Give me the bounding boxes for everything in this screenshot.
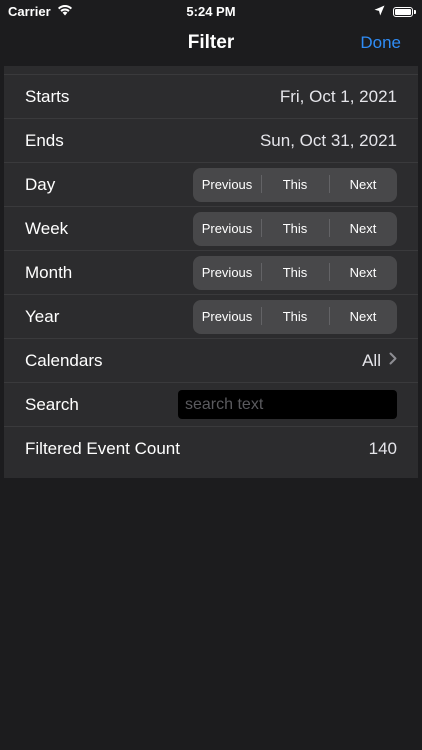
week-label: Week	[25, 218, 69, 238]
ends-value: Sun, Oct 31, 2021	[259, 130, 397, 150]
battery-icon	[393, 6, 416, 17]
status-bar: Carrier 5:24 PM	[0, 0, 422, 22]
year-row: Year Previous This Next	[4, 295, 418, 339]
navigation-bar: Filter Done	[0, 22, 422, 66]
day-row: Day Previous This Next	[4, 163, 418, 207]
search-row: Search	[4, 383, 418, 427]
search-input[interactable]	[178, 390, 397, 419]
year-segmented-control: Previous This Next	[193, 299, 397, 334]
week-segmented-control: Previous This Next	[193, 211, 397, 246]
done-button[interactable]: Done	[360, 33, 401, 53]
year-previous-button[interactable]: Previous	[193, 309, 261, 324]
search-label: Search	[25, 394, 79, 414]
status-right	[374, 4, 416, 19]
month-row: Month Previous This Next	[4, 251, 418, 295]
month-this-button[interactable]: This	[261, 263, 329, 281]
ends-label: Ends	[25, 130, 64, 150]
page-title: Filter	[187, 32, 235, 53]
ends-row[interactable]: Ends Sun, Oct 31, 2021	[4, 119, 418, 163]
event-count-row: Filtered Event Count 140	[4, 427, 418, 471]
starts-label: Starts	[25, 86, 70, 106]
year-next-button[interactable]: Next	[329, 307, 397, 325]
event-count-label: Filtered Event Count	[25, 439, 180, 458]
week-next-button[interactable]: Next	[329, 219, 397, 237]
day-segmented-control: Previous This Next	[193, 167, 397, 202]
filter-table: Starts Fri, Oct 1, 2021 Ends Sun, Oct 31…	[4, 66, 418, 478]
location-arrow-icon	[374, 4, 385, 19]
week-this-button[interactable]: This	[261, 219, 329, 237]
month-next-button[interactable]: Next	[329, 263, 397, 281]
month-segmented-control: Previous This Next	[193, 255, 397, 290]
starts-value: Fri, Oct 1, 2021	[279, 86, 397, 106]
chevron-right-icon	[389, 352, 397, 370]
week-row: Week Previous This Next	[4, 207, 418, 251]
month-label: Month	[25, 262, 73, 282]
year-label: Year	[25, 306, 60, 326]
week-previous-button[interactable]: Previous	[193, 221, 261, 236]
day-next-button[interactable]: Next	[329, 175, 397, 193]
calendars-selector[interactable]: All	[362, 351, 397, 371]
table-header-spacer	[4, 66, 418, 75]
month-previous-button[interactable]: Previous	[193, 265, 261, 280]
year-this-button[interactable]: This	[261, 307, 329, 325]
day-label: Day	[25, 174, 56, 194]
calendars-value: All	[362, 350, 381, 370]
day-previous-button[interactable]: Previous	[193, 177, 261, 192]
calendars-label: Calendars	[25, 350, 103, 370]
status-time: 5:24 PM	[186, 4, 236, 19]
starts-row[interactable]: Starts Fri, Oct 1, 2021	[4, 75, 418, 119]
event-count-value: 140	[368, 439, 397, 458]
calendars-row[interactable]: Calendars All	[4, 339, 418, 383]
day-this-button[interactable]: This	[261, 175, 329, 193]
